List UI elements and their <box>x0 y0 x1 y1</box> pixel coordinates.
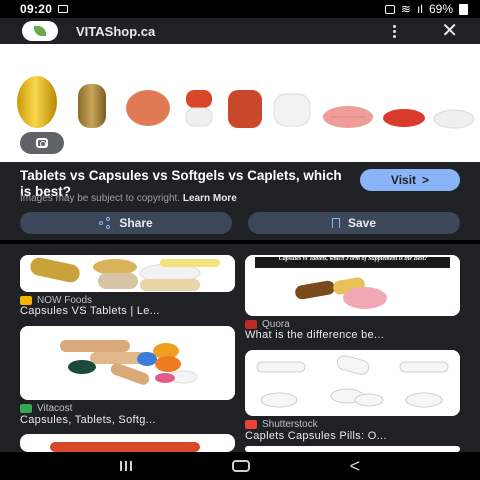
section-divider <box>0 240 480 244</box>
now-foods-favicon <box>20 296 32 305</box>
site-name[interactable]: VITAShop.ca <box>76 24 155 39</box>
more-options-icon[interactable] <box>393 24 397 38</box>
battery-icon <box>459 3 468 15</box>
battery-percent: 69% <box>428 2 453 16</box>
chevron-right-icon: > <box>422 173 430 187</box>
bookmark-icon <box>331 218 340 228</box>
system-nav-bar: < <box>0 452 480 480</box>
quora-favicon <box>245 320 257 329</box>
visit-button[interactable]: Visit > <box>360 169 460 191</box>
signal-icon: ıl <box>416 2 423 16</box>
image-preview[interactable] <box>0 44 480 162</box>
share-button[interactable]: Share <box>20 212 232 234</box>
red-caplet <box>228 90 262 128</box>
share-label: Share <box>119 216 153 230</box>
related-source: Vitacost <box>20 403 72 414</box>
close-icon[interactable]: ✕ <box>441 21 458 41</box>
softgel-pill <box>17 76 57 128</box>
related-caption[interactable]: Capsules VS Tablets | Le... <box>20 305 160 317</box>
related-thumb-vitacost[interactable] <box>20 326 235 400</box>
recent-apps-icon[interactable] <box>119 461 132 471</box>
source-name: Vitacost <box>37 403 73 414</box>
visit-label: Visit <box>390 173 417 187</box>
pills-image <box>17 76 475 129</box>
home-icon[interactable] <box>231 460 250 472</box>
related-caption[interactable]: Caplets Capsules Pills: O... <box>245 430 387 442</box>
back-icon[interactable]: < <box>350 457 361 475</box>
vitacost-favicon <box>20 404 32 413</box>
status-time: 09:20 <box>20 2 53 16</box>
gallery-icon <box>58 5 69 13</box>
save-button[interactable]: Save <box>248 212 460 234</box>
related-thumb-partial[interactable] <box>20 434 235 452</box>
save-label: Save <box>347 216 377 230</box>
related-thumb-now-foods[interactable] <box>20 255 235 292</box>
herbal-capsule <box>78 84 106 128</box>
quora-overlay-text: Capsules vs Tablets, which Form of Suppl… <box>278 256 428 262</box>
copyright-text: Images may be subject to copyright. <box>20 193 181 204</box>
lens-top-bar: VITAShop.ca ✕ <box>0 18 480 44</box>
related-caption[interactable]: What is the difference be... <box>245 329 384 341</box>
lens-search-button[interactable] <box>20 132 64 154</box>
lens-icon <box>36 138 48 148</box>
notification-icon <box>384 4 395 14</box>
white-capsule-bottom <box>185 107 213 127</box>
shutterstock-favicon <box>245 420 257 429</box>
status-bar: 09:20 ≋ ıl 69% <box>0 0 480 18</box>
orange-tablet <box>126 90 170 126</box>
related-thumb-shutterstock[interactable] <box>245 350 460 416</box>
share-icon <box>99 217 111 229</box>
learn-more-link[interactable]: Learn More <box>183 193 237 204</box>
source-name: Shutterstock <box>262 419 318 430</box>
related-thumb-quora[interactable]: Capsules vs Tablets, which Form of Suppl… <box>245 255 460 316</box>
wifi-icon: ≋ <box>400 2 411 16</box>
copyright-notice: Images may be subject to copyright. Lear… <box>20 193 237 204</box>
white-caplet <box>273 93 311 127</box>
white-oval-tablet <box>433 109 475 129</box>
red-capsule-top <box>186 90 212 108</box>
site-favicon <box>22 21 58 41</box>
related-source: Shutterstock <box>245 419 318 430</box>
red-oval-tablet <box>383 109 425 127</box>
status-icons: ≋ ıl 69% <box>384 2 468 16</box>
related-caption[interactable]: Capsules, Tablets, Softg... <box>20 414 156 426</box>
